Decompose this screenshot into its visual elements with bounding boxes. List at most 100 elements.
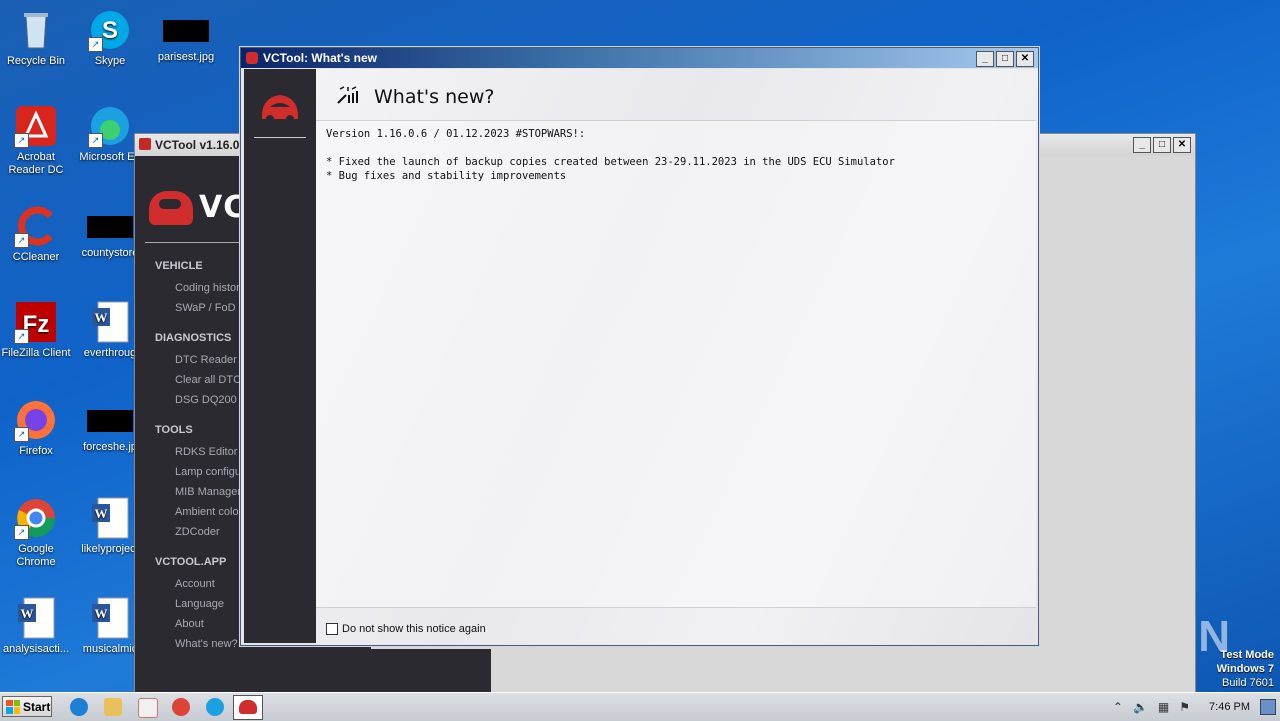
filezilla-icon: Fz ↗ xyxy=(14,300,58,344)
car-logo-icon xyxy=(258,89,302,125)
shortcut-arrow-icon: ↗ xyxy=(14,329,29,344)
internet-explorer-icon[interactable] xyxy=(70,698,88,716)
shortcut-arrow-icon: ↗ xyxy=(14,427,29,442)
sparkle-news-icon xyxy=(336,85,360,108)
desktop-icon-filezilla[interactable]: Fz ↗ FileZilla Client xyxy=(0,300,72,360)
desktop-icon-recycle-bin[interactable]: Recycle Bin xyxy=(0,8,72,68)
shortcut-arrow-icon: ↗ xyxy=(88,133,103,148)
changelog-line: Version 1.16.0.6 / 01.12.2023 #STOPWARS!… xyxy=(326,128,586,140)
test-mode-line3: Build 7601 xyxy=(1222,677,1274,689)
desktop-icon-ccleaner[interactable]: ↗ CCleaner xyxy=(0,204,72,264)
changelog-text: Version 1.16.0.6 / 01.12.2023 #STOPWARS!… xyxy=(316,120,1036,608)
desktop-icon-parisest[interactable]: parisest.jpg xyxy=(150,8,222,64)
car-logo-icon xyxy=(149,190,193,225)
desktop-icon-skype[interactable]: S ↗ Skype xyxy=(74,8,146,68)
dialog-header: What's new? xyxy=(316,69,1038,120)
desktop-icon-label: CCleaner xyxy=(12,251,60,263)
firefox-icon: ↗ xyxy=(14,398,58,442)
recycle-bin-icon xyxy=(14,8,58,52)
svg-text:W: W xyxy=(95,310,108,325)
whats-new-dialog[interactable]: VCTool: What's new _ □ ✕ What's new? Ver… xyxy=(240,47,1039,646)
image-file-icon xyxy=(87,410,133,432)
svg-text:W: W xyxy=(21,606,34,621)
dont-show-again-row[interactable]: Do not show this notice again xyxy=(326,623,486,635)
desktop-icon-label: Skype xyxy=(94,55,126,67)
dialog-titlebar[interactable]: VCTool: What's new _ □ ✕ xyxy=(241,48,1038,68)
tray-expand-icon[interactable]: ⌃ xyxy=(1113,700,1123,714)
sidebar-divider xyxy=(145,242,239,243)
show-desktop-icon[interactable] xyxy=(1260,699,1276,715)
desktop-icon-label: analysisacti... xyxy=(2,643,70,655)
window-controls: _ □ ✕ xyxy=(1133,137,1191,153)
minimize-button[interactable]: _ xyxy=(976,51,994,67)
word-document-icon: W xyxy=(88,596,132,640)
file-explorer-icon[interactable] xyxy=(104,698,122,716)
chrome-icon[interactable] xyxy=(172,698,190,716)
desktop-icon-acrobat[interactable]: ↗ Acrobat Reader DC xyxy=(0,104,72,177)
close-button[interactable]: ✕ xyxy=(1016,51,1034,67)
media-player-icon[interactable] xyxy=(138,698,158,718)
maximize-button[interactable]: □ xyxy=(996,51,1014,67)
changelog-line xyxy=(326,141,1026,155)
desktop-icon-chrome[interactable]: ↗ Google Chrome xyxy=(0,496,72,569)
dont-show-again-checkbox[interactable] xyxy=(326,623,338,635)
network-icon[interactable]: ▦ xyxy=(1158,700,1169,714)
word-document-icon: W xyxy=(88,496,132,540)
dialog-title: VCTool: What's new xyxy=(263,51,377,65)
skype-icon: S ↗ xyxy=(88,8,132,52)
vctool-icon xyxy=(239,700,257,714)
test-mode-line2: Windows 7 xyxy=(1216,663,1274,675)
svg-text:W: W xyxy=(95,606,108,621)
desktop-icon-analysisacti[interactable]: W analysisacti... xyxy=(0,596,72,656)
shortcut-arrow-icon: ↗ xyxy=(14,525,29,540)
close-button[interactable]: ✕ xyxy=(1173,137,1191,153)
shortcut-arrow-icon: ↗ xyxy=(14,233,29,248)
window-controls: _ □ ✕ xyxy=(976,51,1034,67)
desktop-icon-label: Google Chrome xyxy=(16,543,56,568)
vctool-logo: VC xyxy=(149,190,246,225)
app-icon xyxy=(139,138,151,150)
start-button[interactable]: Start xyxy=(2,696,52,717)
dont-show-again-label: Do not show this notice again xyxy=(342,623,486,635)
main-window-title: VCTool v1.16.0. xyxy=(155,138,243,152)
desktop-icon-label: Firefox xyxy=(19,445,53,457)
svg-text:W: W xyxy=(95,506,108,521)
dialog-main: What's new? Version 1.16.0.6 / 01.12.202… xyxy=(316,69,1038,645)
word-document-icon: W xyxy=(14,596,58,640)
app-icon xyxy=(246,52,258,64)
dialog-heading: What's new? xyxy=(374,86,495,108)
acrobat-icon: ↗ xyxy=(14,104,58,148)
edge-icon: ↗ xyxy=(88,104,132,148)
taskbar: Start ⌃ 🔈 ▦ ⚑ 7:46 PM xyxy=(0,692,1280,721)
volume-icon[interactable]: 🔈 xyxy=(1133,700,1148,714)
dialog-sidebar xyxy=(244,69,316,643)
image-file-icon xyxy=(163,20,209,42)
edge-icon[interactable] xyxy=(206,698,224,716)
svg-text:S: S xyxy=(102,17,118,44)
system-tray: ⌃ 🔈 ▦ ⚑ 7:46 PM xyxy=(1108,693,1280,721)
taskbar-clock[interactable]: 7:46 PM xyxy=(1209,701,1250,713)
changelog-line: * Fixed the launch of backup copies crea… xyxy=(326,156,895,168)
taskbar-vctool-button[interactable] xyxy=(233,695,263,720)
word-document-icon: W xyxy=(88,300,132,344)
windows-logo-icon xyxy=(6,699,20,714)
shortcut-arrow-icon: ↗ xyxy=(88,37,103,52)
desktop-icon-firefox[interactable]: ↗ Firefox xyxy=(0,398,72,458)
test-mode-notice: Test Mode Windows 7 Build 7601 xyxy=(1217,648,1274,690)
changelog-line: * Bug fixes and stability improvements xyxy=(326,170,567,182)
minimize-button[interactable]: _ xyxy=(1133,137,1151,153)
maximize-button[interactable]: □ xyxy=(1153,137,1171,153)
desktop-icon-label: Recycle Bin xyxy=(6,55,66,67)
desktop-icon-label: FileZilla Client xyxy=(1,347,71,359)
chrome-icon: ↗ xyxy=(14,496,58,540)
shortcut-arrow-icon: ↗ xyxy=(14,133,29,148)
ccleaner-icon: ↗ xyxy=(14,204,58,248)
main-window-bottom-panel xyxy=(371,649,491,692)
start-label: Start xyxy=(23,699,51,714)
desktop-icon-label: parisest.jpg xyxy=(157,51,215,63)
file-icon xyxy=(87,216,133,238)
test-mode-line1: Test Mode xyxy=(1220,649,1274,661)
desktop-icon-label: Acrobat Reader DC xyxy=(8,151,64,176)
action-center-flag-icon[interactable]: ⚑ xyxy=(1179,700,1190,714)
sidebar-divider xyxy=(254,137,306,138)
